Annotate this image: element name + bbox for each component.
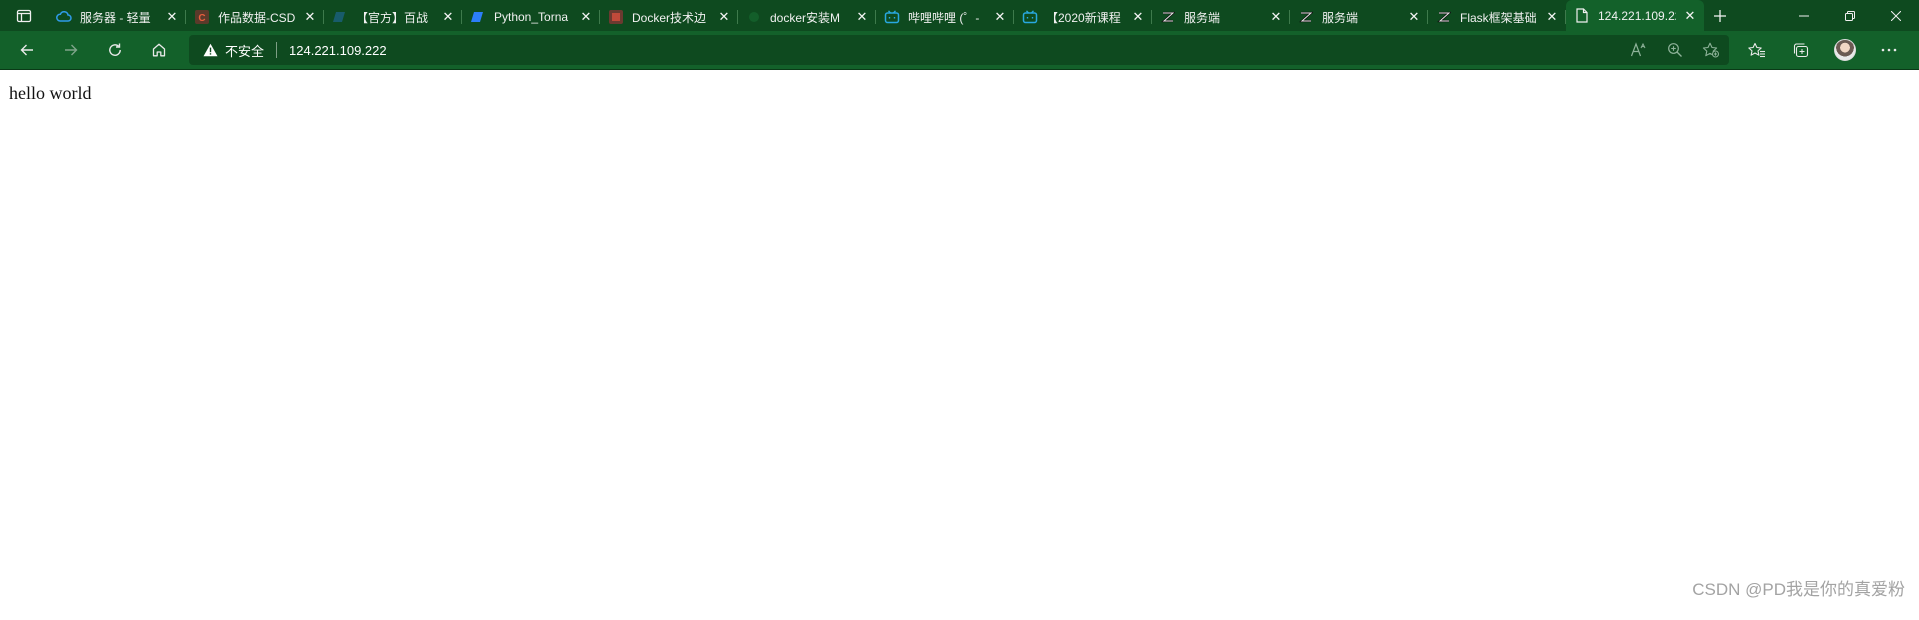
close-icon[interactable]: ✕ <box>440 9 456 25</box>
tab[interactable]: Python_Torna ✕ <box>462 3 600 31</box>
tab-title: 服务端 <box>1184 10 1221 25</box>
tab[interactable]: Docker技术边 ✕ <box>600 3 738 31</box>
tab-title: Python_Torna <box>494 10 569 24</box>
restore-button[interactable] <box>1827 0 1873 31</box>
tab-bar: 服务器 - 轻量 ✕ C 作品数据-CSD ✕ 【官方】百战 ✕ Python_… <box>0 0 1919 31</box>
security-label: 不安全 <box>225 43 265 59</box>
new-tab-button[interactable] <box>1704 0 1736 31</box>
collections-button[interactable] <box>1779 34 1823 66</box>
generic-icon <box>746 9 762 25</box>
book-icon <box>608 9 624 25</box>
security-indicator[interactable]: 不安全 <box>203 41 264 60</box>
tab[interactable]: 【官方】百战 ✕ <box>324 3 462 31</box>
close-icon[interactable]: ✕ <box>1268 9 1284 25</box>
collections-icon <box>1793 43 1809 58</box>
favorites-button[interactable] <box>1735 34 1779 66</box>
tab-title: 【2020新课程 <box>1046 10 1121 25</box>
warning-icon <box>203 43 218 57</box>
page-icon <box>1574 8 1590 24</box>
window-controls <box>1781 0 1919 31</box>
home-button[interactable] <box>141 34 177 66</box>
watermark: CSDN @PD我是你的真爱粉 <box>1692 580 1905 599</box>
close-icon[interactable]: ✕ <box>1682 8 1698 24</box>
close-icon[interactable]: ✕ <box>302 9 318 25</box>
bai-icon <box>332 9 348 25</box>
tab[interactable]: 服务端 ✕ <box>1152 3 1290 31</box>
settings-more-button[interactable] <box>1867 34 1911 66</box>
read-aloud-icon <box>1630 42 1646 57</box>
minimize-button[interactable] <box>1781 0 1827 31</box>
cloud-icon <box>56 9 72 25</box>
close-icon[interactable]: ✕ <box>164 9 180 25</box>
close-icon[interactable]: ✕ <box>1130 9 1146 25</box>
tab[interactable]: 服务器 - 轻量 ✕ <box>48 3 186 31</box>
tab-title: 【官方】百战 <box>356 10 429 25</box>
toolbar-right <box>1735 34 1911 66</box>
refresh-button[interactable] <box>97 34 133 66</box>
tab-title: 作品数据-CSD <box>218 10 296 25</box>
zoom-button[interactable] <box>1657 35 1693 65</box>
tab-strip: 服务器 - 轻量 ✕ C 作品数据-CSD ✕ 【官方】百战 ✕ Python_… <box>48 0 1704 31</box>
close-icon[interactable]: ✕ <box>1544 9 1560 25</box>
address-bar-actions <box>1621 35 1729 65</box>
tab-title: 哔哩哔哩 (゜- <box>908 10 980 25</box>
tab-title: 124.221.109.222 <box>1598 8 1676 23</box>
navigation-toolbar: 不安全 124.221.109.222 <box>0 31 1919 69</box>
tab-actions-menu-icon[interactable] <box>13 5 35 27</box>
back-button[interactable] <box>9 34 45 66</box>
tab-title: Flask框架基础 <box>1460 10 1537 25</box>
tab-title: 服务器 - 轻量 <box>80 10 151 25</box>
avatar <box>1834 39 1856 61</box>
close-icon[interactable]: ✕ <box>578 9 594 25</box>
read-aloud-button[interactable] <box>1621 35 1657 65</box>
svg-text:C: C <box>198 13 205 24</box>
bilibili-icon <box>884 9 900 25</box>
bai-icon <box>470 9 486 25</box>
close-icon[interactable]: ✕ <box>1406 9 1422 25</box>
page-content: hello world CSDN @PD我是你的真爱粉 <box>0 70 1919 620</box>
star-add-icon <box>1702 42 1719 58</box>
tab-actions <box>0 0 48 31</box>
close-icon[interactable]: ✕ <box>992 9 1008 25</box>
plus-icon <box>1714 9 1726 22</box>
tab-active[interactable]: 124.221.109.222 ✕ <box>1566 0 1704 31</box>
tab[interactable]: C 作品数据-CSD ✕ <box>186 3 324 31</box>
close-window-button[interactable] <box>1873 0 1919 31</box>
address-separator <box>276 42 278 58</box>
more-icon <box>1881 48 1897 52</box>
profile-button[interactable] <box>1823 34 1867 66</box>
forward-button[interactable] <box>53 34 89 66</box>
z-icon <box>1298 9 1314 25</box>
body-text: hello world <box>9 83 92 103</box>
tab[interactable]: 【2020新课程 ✕ <box>1014 3 1152 31</box>
close-icon[interactable]: ✕ <box>716 9 732 25</box>
tab[interactable]: Flask框架基础 ✕ <box>1428 3 1566 31</box>
refresh-icon <box>109 43 121 56</box>
close-icon[interactable]: ✕ <box>854 9 870 25</box>
tab[interactable]: docker安装M ✕ <box>738 3 876 31</box>
tab[interactable]: 服务端 ✕ <box>1290 3 1428 31</box>
arrow-left-icon <box>20 44 33 56</box>
add-favorite-button[interactable] <box>1693 35 1729 65</box>
zoom-in-icon <box>1668 43 1682 57</box>
url-text[interactable]: 124.221.109.222 <box>289 43 387 58</box>
home-icon <box>152 43 166 57</box>
csdn-icon: C <box>194 9 210 25</box>
z-icon <box>1160 9 1176 25</box>
tab-title: docker安装M <box>770 10 841 25</box>
z-icon <box>1436 9 1452 25</box>
tab-title: Docker技术边 <box>632 10 707 25</box>
tab[interactable]: 哔哩哔哩 (゜- ✕ <box>876 3 1014 31</box>
address-bar[interactable]: 不安全 124.221.109.222 <box>189 35 1729 65</box>
bilibili-icon <box>1022 9 1038 25</box>
tab-title: 服务端 <box>1322 10 1359 25</box>
favorites-icon <box>1748 42 1765 58</box>
arrow-right-icon <box>65 44 78 56</box>
